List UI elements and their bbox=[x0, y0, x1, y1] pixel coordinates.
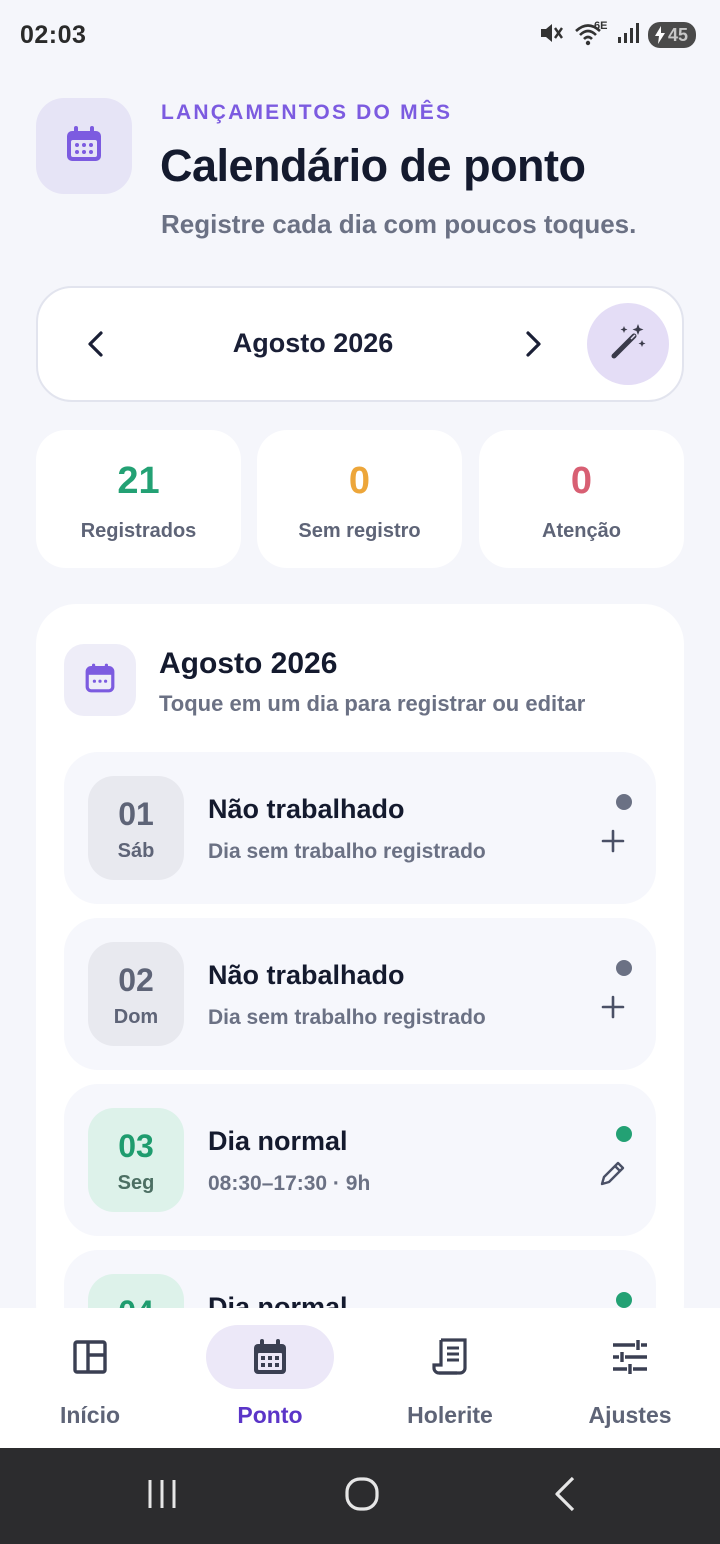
page-subtitle: Registre cada dia com poucos toques. bbox=[161, 209, 637, 239]
status-dot bbox=[616, 960, 632, 976]
status-dot bbox=[616, 794, 632, 810]
calendar-icon bbox=[242, 1337, 298, 1377]
recent-apps-icon bbox=[145, 1478, 179, 1515]
month-label: Agosto 2026 bbox=[232, 328, 394, 358]
home-icon bbox=[344, 1476, 380, 1517]
tab-ajustes[interactable]: Ajustes bbox=[540, 1308, 720, 1448]
list-calendar-badge bbox=[64, 644, 136, 716]
chevron-left-icon bbox=[86, 330, 106, 363]
section-eyebrow: LANÇAMENTOS DO MÊS bbox=[161, 101, 453, 124]
day-title: Dia normal bbox=[208, 1126, 348, 1156]
calendar-icon bbox=[64, 124, 104, 169]
month-navigator: Agosto 2026 bbox=[36, 286, 684, 402]
day-number: 01 bbox=[118, 796, 154, 832]
back-button[interactable] bbox=[545, 1476, 585, 1516]
tab-label: Holerite bbox=[407, 1402, 493, 1428]
day-row[interactable]: 02 Dom Não trabalhado Dia sem trabalho r… bbox=[64, 918, 656, 1070]
day-description: Dia sem trabalho registrado bbox=[208, 840, 486, 863]
day-row[interactable]: 01 Sáb Não trabalhado Dia sem trabalho r… bbox=[64, 752, 656, 904]
day-weekday: Seg bbox=[117, 1172, 155, 1194]
battery-level: 45 bbox=[667, 24, 688, 45]
stat-label: Registrados bbox=[80, 520, 197, 542]
tab-label: Início bbox=[59, 1402, 121, 1428]
day-weekday: Dom bbox=[113, 1006, 159, 1028]
tab-holerite[interactable]: Holerite bbox=[360, 1308, 540, 1448]
day-title: Não trabalhado bbox=[208, 794, 405, 824]
back-icon bbox=[552, 1476, 578, 1517]
plus-icon bbox=[601, 995, 625, 1024]
stat-value: 0 bbox=[570, 460, 593, 502]
status-icons: 6E 45 bbox=[539, 20, 696, 50]
status-time: 02:03 bbox=[20, 20, 87, 49]
sliders-icon bbox=[602, 1337, 658, 1377]
bottom-navigation: Início Ponto Holerite Ajustes bbox=[0, 1308, 720, 1448]
mute-icon bbox=[539, 21, 565, 50]
day-description: 08:30–17:30 · 9h bbox=[208, 1172, 371, 1195]
day-badge: 02 Dom bbox=[88, 942, 184, 1046]
battery-charging-icon: 45 bbox=[647, 22, 696, 48]
next-month-button[interactable] bbox=[507, 320, 559, 372]
stat-value: 21 bbox=[117, 460, 160, 502]
day-title: Não trabalhado bbox=[208, 960, 405, 990]
add-entry-button[interactable] bbox=[596, 992, 630, 1026]
add-entry-button[interactable] bbox=[596, 826, 630, 860]
tab-label: Ponto bbox=[237, 1402, 303, 1428]
tab-ponto[interactable]: Ponto bbox=[180, 1308, 360, 1448]
chevron-right-icon bbox=[523, 330, 543, 363]
day-number: 02 bbox=[118, 962, 154, 998]
plus-icon bbox=[601, 829, 625, 858]
edit-entry-button[interactable] bbox=[596, 1158, 630, 1192]
calendar-icon bbox=[84, 662, 116, 699]
stat-card-attention: 0 Atenção bbox=[479, 430, 684, 568]
list-subtitle: Toque em um dia para registrar ou editar bbox=[159, 691, 586, 716]
day-weekday: Sáb bbox=[117, 840, 155, 862]
stat-card-unregistered: 0 Sem registro bbox=[257, 430, 462, 568]
auto-fill-button[interactable] bbox=[587, 303, 669, 385]
page-title: Calendário de ponto bbox=[160, 140, 586, 191]
stat-label: Atenção bbox=[542, 520, 621, 542]
magic-wand-icon bbox=[608, 322, 648, 367]
tab-label: Ajustes bbox=[588, 1402, 672, 1428]
edit-icon bbox=[598, 1158, 628, 1193]
day-row[interactable]: 03 Seg Dia normal 08:30–17:30 · 9h bbox=[64, 1084, 656, 1236]
stat-card-registered: 21 Registrados bbox=[36, 430, 241, 568]
system-navigation-bar bbox=[0, 1448, 720, 1544]
dashboard-icon bbox=[62, 1337, 118, 1377]
stat-label: Sem registro bbox=[298, 520, 421, 542]
signal-icon bbox=[617, 21, 639, 50]
status-bar: 02:03 6E 45 bbox=[0, 0, 720, 70]
status-dot bbox=[616, 1126, 632, 1142]
day-number: 03 bbox=[118, 1128, 154, 1164]
home-button[interactable] bbox=[342, 1476, 382, 1516]
day-badge: 03 Seg bbox=[88, 1108, 184, 1212]
day-description: Dia sem trabalho registrado bbox=[208, 1006, 486, 1029]
status-dot bbox=[616, 1292, 632, 1308]
header-calendar-badge bbox=[36, 98, 132, 194]
day-list-card: Agosto 2026 Toque em um dia para registr… bbox=[36, 604, 684, 1344]
list-title: Agosto 2026 bbox=[159, 647, 338, 680]
day-badge: 01 Sáb bbox=[88, 776, 184, 880]
stat-value: 0 bbox=[348, 460, 371, 502]
network-type-label: 6E bbox=[593, 20, 608, 32]
recent-apps-button[interactable] bbox=[142, 1476, 182, 1516]
previous-month-button[interactable] bbox=[70, 320, 122, 372]
receipt-icon bbox=[422, 1337, 478, 1377]
wifi-icon: 6E bbox=[574, 20, 608, 48]
tab-inicio[interactable]: Início bbox=[0, 1308, 180, 1448]
